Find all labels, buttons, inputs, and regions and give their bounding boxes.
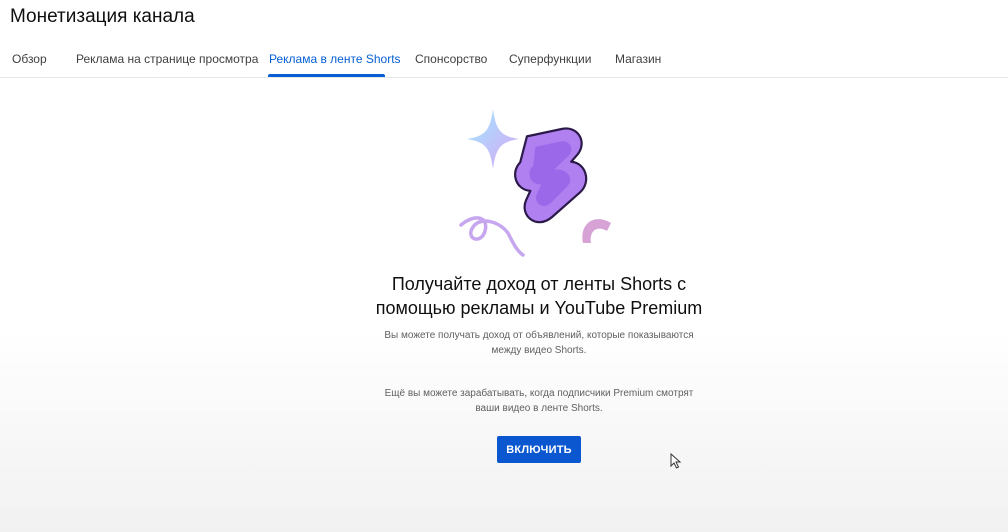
description-line: Ещё вы можете зарабатывать, когда подпис… — [384, 388, 694, 399]
description-line: между видео Shorts. — [491, 345, 587, 356]
description-line: ваши видео в ленте Shorts. — [475, 403, 603, 414]
description-premium: Ещё вы можете зарабатывать, когда подпис… — [320, 386, 758, 416]
description-line: Вы можете получать доход от объявлений, … — [384, 330, 694, 341]
page-title: Монетизация канала — [10, 6, 195, 27]
description-ads: Вы можете получать доход от объявлений, … — [320, 328, 758, 358]
tab-shorts-feed-ads[interactable]: Реклама в ленте Shorts — [269, 52, 401, 66]
tab-overview[interactable]: Обзор — [12, 52, 47, 66]
sparkle-icon — [467, 109, 519, 169]
tab-supers[interactable]: Суперфункции — [509, 52, 591, 66]
shorts-logo-icon — [514, 127, 588, 224]
swirl-icon — [459, 216, 525, 257]
tab-watch-page-ads[interactable]: Реклама на странице просмотра — [76, 52, 258, 66]
mouse-pointer-icon — [670, 453, 682, 469]
active-tab-indicator — [268, 74, 385, 77]
arc-icon — [582, 219, 611, 243]
headline: Получайте доход от ленты Shorts с помощь… — [300, 272, 778, 320]
tab-memberships[interactable]: Спонсорство — [415, 52, 487, 66]
headline-line: Получайте доход от ленты Shorts с — [391, 274, 687, 294]
shorts-logo-icon — [459, 109, 611, 257]
tab-shopping[interactable]: Магазин — [615, 52, 661, 66]
tab-bar: Обзор Реклама на странице просмотра Рекл… — [0, 40, 1008, 78]
enable-button[interactable]: ВКЛЮЧИТЬ — [497, 436, 581, 463]
headline-line: помощью рекламы и YouTube Premium — [375, 298, 703, 318]
